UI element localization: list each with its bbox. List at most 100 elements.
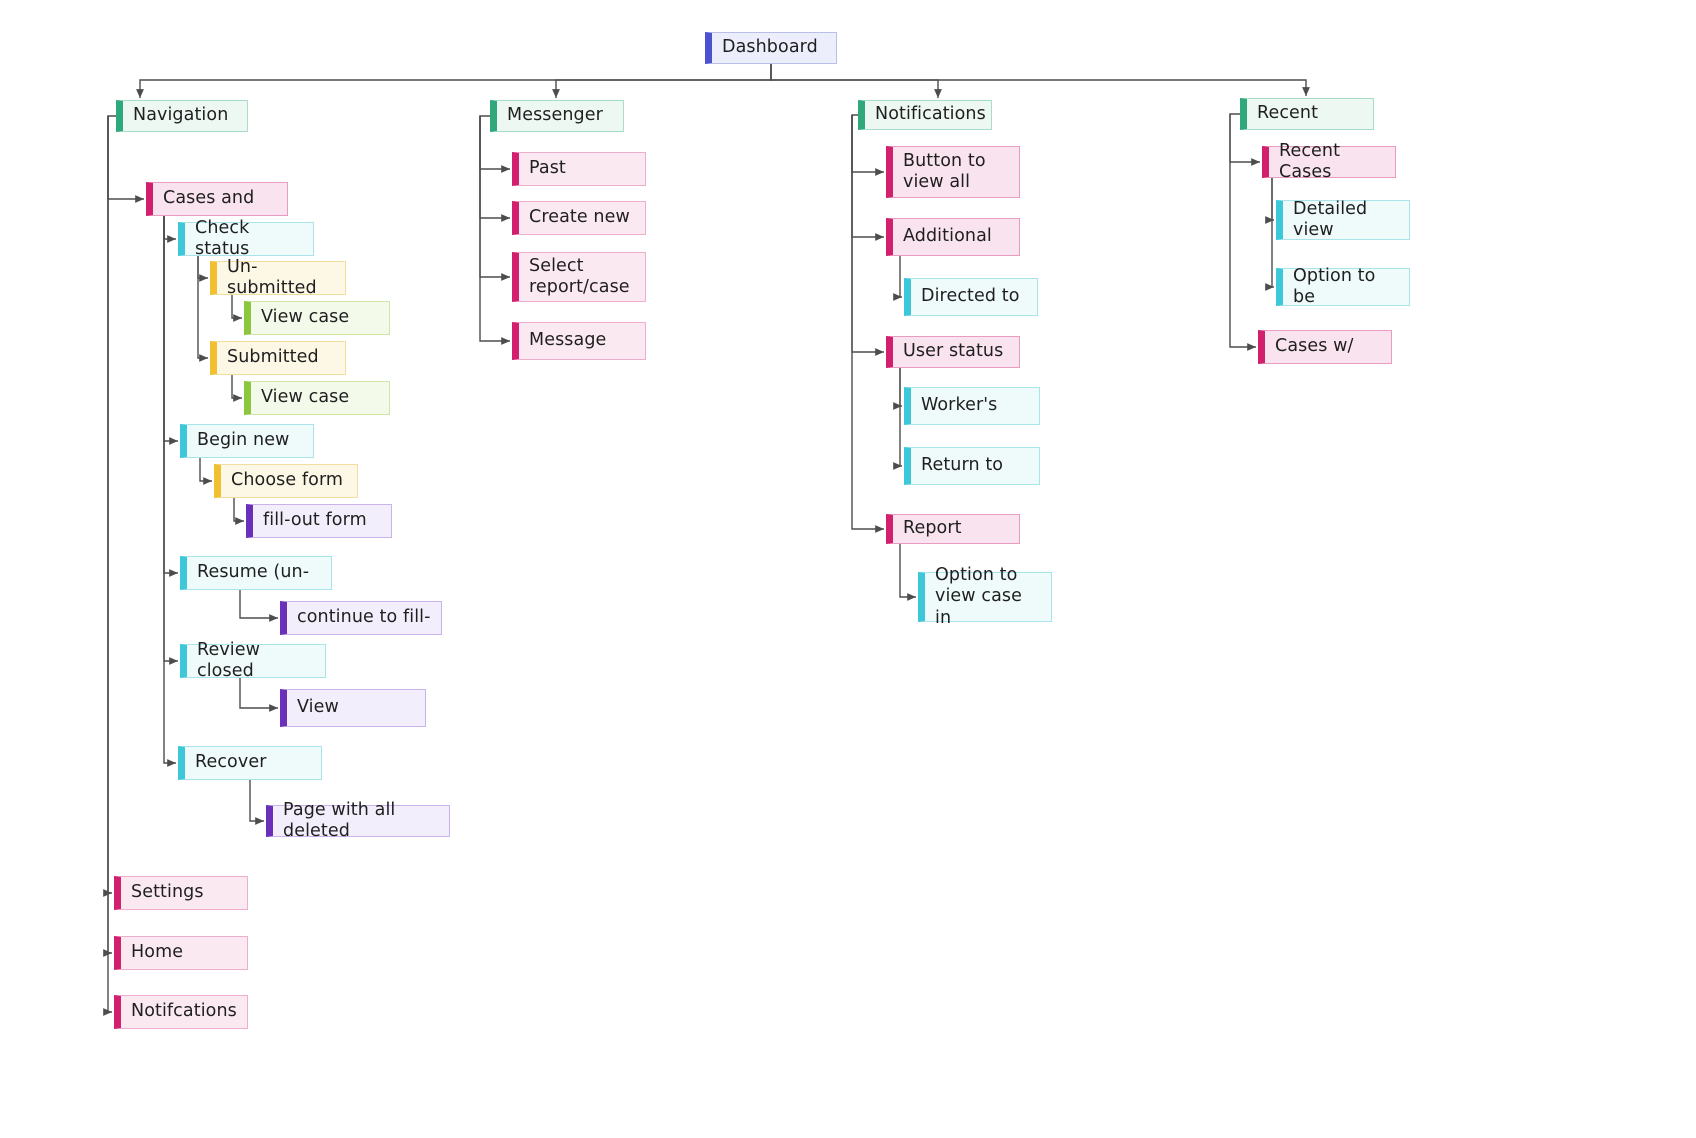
node-button-view-all[interactable]: Button to view all (886, 146, 1020, 198)
node-detailed-view[interactable]: Detailed view (1276, 199, 1410, 240)
node-navigation[interactable]: Navigation (116, 100, 248, 132)
edge-chooseform-filloutform (233, 498, 244, 525)
node-dashboard[interactable]: Dashboard (705, 32, 837, 64)
node-notifications[interactable]: Notifications (858, 100, 992, 130)
node-return-to[interactable]: Return to (904, 447, 1040, 485)
node-label: Un-submitted (227, 256, 317, 298)
node-select-report[interactable]: Select report/case (512, 252, 646, 302)
edge-additional-directed (893, 256, 902, 301)
node-page-deleted[interactable]: Page with all deleted (266, 800, 450, 841)
edge-cases-resume (163, 216, 178, 577)
node-cases-and[interactable]: Cases and (146, 182, 288, 216)
node-recover[interactable]: Recover (178, 746, 322, 780)
edge-userstatus-returnto (893, 368, 902, 470)
node-view-closed[interactable]: View (280, 689, 426, 727)
node-label: Resume (un- (197, 562, 310, 583)
node-report[interactable]: Report (886, 514, 1020, 544)
node-label: Check status (195, 217, 250, 259)
edge-recover-page (249, 780, 264, 825)
node-label: Navigation (133, 105, 229, 126)
node-label: Worker's (921, 395, 998, 416)
node-additional[interactable]: Additional (886, 218, 1020, 256)
node-view-case-2[interactable]: View case (244, 381, 390, 415)
node-label: Begin new (197, 430, 290, 451)
node-label: Past (529, 158, 566, 179)
node-home[interactable]: Home (114, 936, 248, 970)
node-label: Return to (921, 455, 1004, 476)
node-directed-to[interactable]: Directed to (904, 278, 1038, 316)
node-label: Option to view case in (935, 564, 1022, 628)
node-un-submitted[interactable]: Un-submitted (210, 257, 346, 298)
node-settings[interactable]: Settings (114, 876, 248, 910)
node-create-new[interactable]: Create new (512, 201, 646, 235)
edge-userstatus-workers (893, 368, 902, 410)
edge-navigation-settings (103, 116, 112, 897)
edge-report-optionview (899, 544, 916, 601)
node-label: View case (261, 387, 350, 408)
node-label: fill-out form (263, 510, 367, 531)
node-notifcations[interactable]: Notifcations (114, 995, 248, 1029)
node-label: Recover (195, 752, 267, 773)
node-label: Additional (903, 226, 992, 247)
edge-check-submitted (197, 256, 208, 362)
edge-notif-report (851, 115, 884, 533)
node-label: View (297, 697, 339, 718)
edge-notif-userstatus (851, 115, 884, 356)
node-past[interactable]: Past (512, 152, 646, 186)
node-label: Directed to (921, 286, 1020, 307)
edge-cases-review (163, 216, 178, 665)
node-label: Report (903, 518, 962, 539)
node-continue-fill[interactable]: continue to fill- (280, 601, 442, 635)
node-review-closed[interactable]: Review closed (180, 640, 326, 681)
node-label: Settings (131, 882, 204, 903)
node-view-case-1[interactable]: View case (244, 301, 390, 335)
edge-recentcases-detailed (1265, 178, 1274, 224)
edge-cases-recover (163, 216, 176, 767)
edge-navigation-home (103, 116, 112, 957)
node-label: Home (131, 942, 184, 963)
node-label: Create new (529, 207, 630, 228)
edge-resume-continue (239, 590, 278, 622)
node-label: Choose form (231, 470, 344, 491)
edge-cases-check-status (163, 216, 176, 243)
node-label: Cases and (163, 188, 255, 209)
node-label: Review closed (197, 639, 261, 681)
node-option-to-be[interactable]: Option to be (1276, 266, 1410, 307)
node-check-status[interactable]: Check status (178, 218, 314, 259)
node-cases-w[interactable]: Cases w/ (1258, 330, 1392, 364)
node-messenger[interactable]: Messenger (490, 100, 624, 132)
edge-messenger-selectreport (479, 116, 510, 281)
node-label: Submitted (227, 347, 319, 368)
edge-beginnew-chooseform (199, 458, 212, 485)
node-resume-un[interactable]: Resume (un- (180, 556, 332, 590)
edge-notif-additional (851, 115, 884, 241)
node-label: Recent Cases (1279, 140, 1341, 182)
node-label: Recent (1257, 103, 1319, 124)
edge-dashboard-navigation (136, 64, 772, 98)
edge-dashboard-recent (770, 64, 1310, 96)
node-submitted[interactable]: Submitted (210, 341, 346, 375)
edge-recent-casesw (1229, 114, 1256, 351)
edge-dashboard-notifications (770, 64, 942, 98)
node-label: Message (529, 330, 607, 351)
node-message[interactable]: Message (512, 322, 646, 360)
node-begin-new[interactable]: Begin new (180, 424, 314, 458)
node-label: continue to fill- (297, 607, 431, 628)
node-workers[interactable]: Worker's (904, 387, 1040, 425)
node-label: Notifications (875, 104, 986, 125)
edge-messenger-message (479, 116, 510, 345)
node-label: Button to view all (903, 150, 986, 192)
edge-review-view (239, 678, 278, 712)
edge-recentcases-optiontobe (1265, 178, 1274, 291)
node-label: Select report/case (529, 255, 630, 297)
node-label: View case (261, 307, 350, 328)
node-user-status[interactable]: User status (886, 336, 1020, 368)
node-label: Notifcations (131, 1001, 237, 1022)
node-fill-out-form[interactable]: fill-out form (246, 504, 392, 538)
node-recent-cases[interactable]: Recent Cases (1262, 141, 1396, 182)
node-choose-form[interactable]: Choose form (214, 464, 358, 498)
node-option-view[interactable]: Option to view case in (918, 565, 1052, 628)
node-label: Messenger (507, 105, 603, 126)
node-label: User status (903, 341, 1004, 362)
node-recent[interactable]: Recent (1240, 98, 1374, 130)
